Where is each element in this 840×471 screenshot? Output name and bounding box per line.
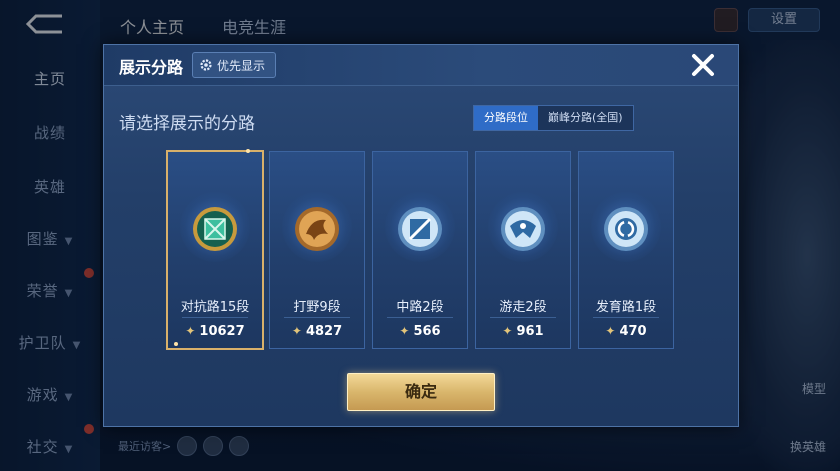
- confirm-button[interactable]: 确定: [347, 373, 495, 411]
- toggle-peak-lane[interactable]: 巅峰分路(全国): [538, 106, 633, 130]
- divider: [593, 317, 659, 318]
- lane-card-mid[interactable]: 中路2段 ✦ 566: [372, 151, 468, 349]
- priority-display-label: 优先显示: [217, 58, 266, 73]
- dialog-header: 展示分路 优先显示: [104, 45, 738, 86]
- lane-rank-name: 打野9段: [293, 300, 341, 315]
- lane-rank-name: 游走2段: [499, 300, 547, 315]
- trophy-icon: ✦: [291, 324, 302, 338]
- lane-card-farm[interactable]: 发育路1段 ✦ 470: [578, 151, 674, 349]
- trophy-icon: ✦: [399, 324, 410, 338]
- trophy-icon: ✦: [605, 324, 616, 338]
- lane-card-top[interactable]: 对抗路15段 ✦ 10627: [166, 149, 264, 350]
- priority-display-button[interactable]: 优先显示: [192, 52, 277, 78]
- lane-score-value: 4827: [305, 324, 343, 339]
- selection-corner-dot: [246, 149, 250, 153]
- divider: [182, 317, 248, 318]
- dialog-title: 展示分路: [119, 58, 184, 77]
- lane-mode-toggle: 分路段位 巅峰分路(全国): [473, 105, 634, 131]
- lane-rank-name: 对抗路15段: [180, 300, 250, 315]
- divider: [387, 317, 453, 318]
- trophy-icon: ✦: [185, 324, 196, 338]
- trophy-icon: ✦: [502, 324, 513, 338]
- lane-display-dialog: 展示分路 优先显示 请选择展示的分路 分路段位 巅峰分路(全国) 对抗路15段 …: [103, 44, 739, 427]
- lane-score-value: 470: [619, 324, 647, 339]
- lane-score-value: 10627: [199, 324, 245, 339]
- close-icon[interactable]: [688, 50, 718, 80]
- divider: [284, 317, 350, 318]
- toggle-lane-rank[interactable]: 分路段位: [474, 106, 538, 130]
- gear-icon: [200, 59, 212, 71]
- lane-score: ✦ 566: [373, 324, 467, 339]
- lane-card-roam[interactable]: 游走2段 ✦ 961: [475, 151, 571, 349]
- selection-corner-dot: [174, 342, 178, 346]
- dialog-prompt: 请选择展示的分路: [119, 114, 255, 134]
- lane-score: ✦ 470: [579, 324, 673, 339]
- divider: [490, 317, 556, 318]
- lane-rank-name: 发育路1段: [595, 300, 657, 315]
- lane-score-value: 961: [516, 324, 544, 339]
- lane-score-value: 566: [413, 324, 441, 339]
- lane-score: ✦ 10627: [168, 324, 262, 339]
- lane-score: ✦ 961: [476, 324, 570, 339]
- rank-badge-mid-icon: [398, 207, 442, 251]
- lane-card-jungle[interactable]: 打野9段 ✦ 4827: [269, 151, 365, 349]
- rank-badge-top-icon: [193, 207, 237, 251]
- rank-badge-farm-icon: [604, 207, 648, 251]
- rank-badge-roam-icon: [501, 207, 545, 251]
- lane-rank-name: 中路2段: [396, 300, 444, 315]
- lane-score: ✦ 4827: [270, 324, 364, 339]
- rank-badge-jungle-icon: [295, 207, 339, 251]
